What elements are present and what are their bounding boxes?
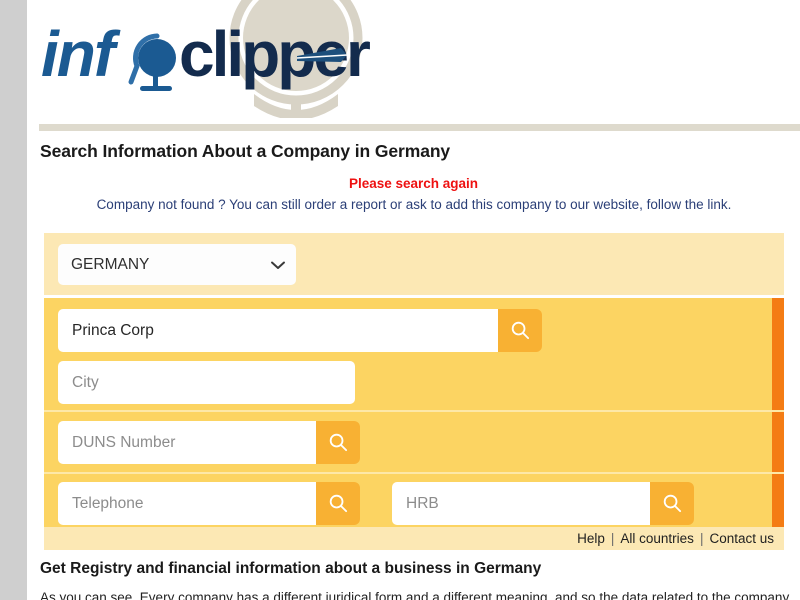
search-panel: GERMANY (44, 233, 784, 532)
hrb-search-button[interactable] (650, 482, 694, 525)
duns-search-row (44, 412, 784, 472)
company-name-search-button[interactable] (498, 309, 542, 352)
header-divider (39, 124, 800, 131)
link-separator: | (610, 531, 615, 546)
telephone-field-group (58, 482, 360, 525)
company-name-input[interactable] (58, 309, 498, 352)
hrb-field-group (392, 482, 694, 525)
search-icon (329, 433, 347, 452)
content-column: inf clipper Search Information About a C… (27, 0, 800, 600)
phone-hrb-search-row (44, 474, 784, 532)
hrb-input[interactable] (392, 482, 650, 525)
section-paragraph: As you can see, Every company has a diff… (40, 590, 790, 600)
panel-edge-strip (772, 298, 784, 410)
country-select[interactable]: GERMANY (58, 244, 296, 285)
city-field-group (58, 361, 355, 404)
chevron-down-icon (271, 261, 285, 269)
search-icon (329, 494, 347, 513)
help-link[interactable]: Help (577, 531, 605, 546)
section-heading: Get Registry and financial information a… (40, 560, 542, 577)
site-logo[interactable]: inf clipper (41, 14, 381, 94)
infoclipper-logo-icon: inf clipper (41, 18, 373, 91)
duns-number-input[interactable] (58, 421, 316, 464)
duns-search-button[interactable] (316, 421, 360, 464)
contact-us-link[interactable]: Contact us (709, 531, 774, 546)
search-alert-message: Please search again (348, 176, 479, 191)
svg-text:inf: inf (41, 18, 121, 90)
duns-field-group (58, 421, 360, 464)
globe-icon (128, 33, 176, 91)
site-header: inf clipper (27, 0, 800, 118)
all-countries-link[interactable]: All countries (620, 531, 694, 546)
link-separator: | (699, 531, 704, 546)
panel-edge-strip (772, 412, 784, 472)
country-select-value: GERMANY (71, 255, 150, 273)
search-icon (511, 321, 529, 340)
search-icon (663, 494, 681, 513)
panel-edge-strip (772, 474, 784, 532)
company-search-row (44, 298, 784, 410)
footer-link-bar: Help | All countries | Contact us (44, 527, 784, 550)
telephone-input[interactable] (58, 482, 316, 525)
company-name-field-group (58, 309, 542, 352)
country-row: GERMANY (44, 233, 784, 295)
city-input[interactable] (58, 361, 355, 404)
telephone-search-button[interactable] (316, 482, 360, 525)
browser-page: inf clipper Search Information About a C… (0, 0, 800, 600)
company-not-found-message: Company not found ? You can still order … (96, 197, 732, 212)
page-title: Search Information About a Company in Ge… (40, 141, 451, 161)
